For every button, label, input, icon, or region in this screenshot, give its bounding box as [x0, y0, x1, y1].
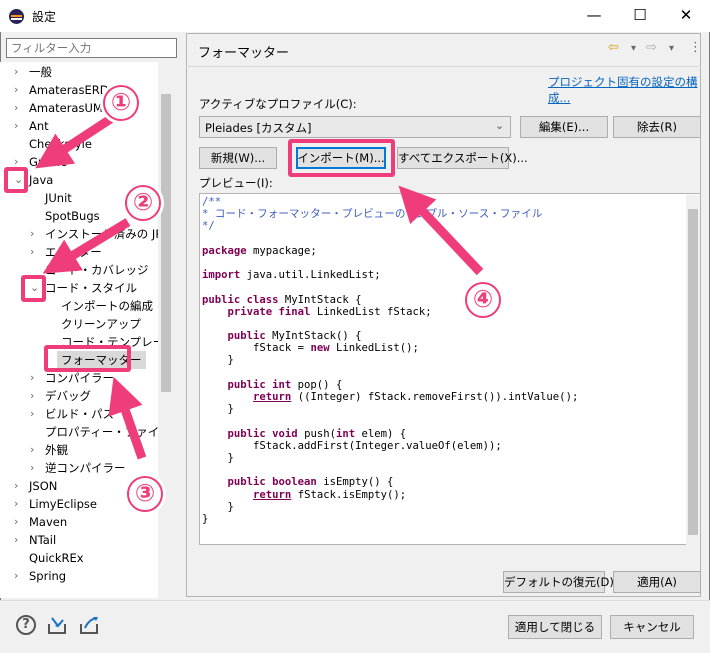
step-3-badge: ③: [127, 476, 163, 512]
arrow-1: [35, 114, 115, 169]
step-1-badge: ①: [103, 85, 139, 121]
arrow-2: [42, 218, 131, 274]
arrow-4: [398, 185, 484, 276]
highlight-code-style-expander: [21, 275, 46, 302]
highlight-formatter-item: [44, 345, 131, 372]
step-2-badge: ②: [125, 185, 161, 221]
step-4-badge: ④: [465, 282, 501, 318]
highlight-import-button: [288, 139, 395, 177]
highlight-java-expander: [4, 167, 28, 193]
arrow-3: [108, 376, 147, 460]
